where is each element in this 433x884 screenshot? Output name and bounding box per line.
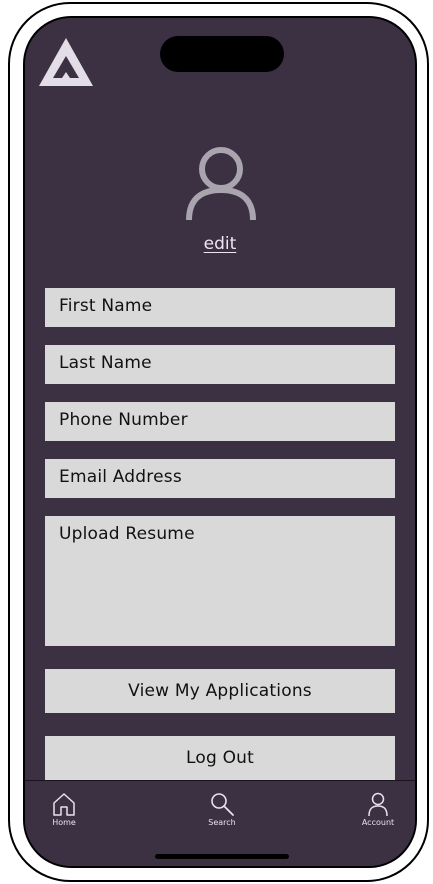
app-logo [39, 38, 93, 86]
home-indicator[interactable] [155, 854, 289, 859]
phone-number-field[interactable]: Phone Number [45, 402, 395, 441]
app-screen: edit First Name Last Name Phone Number E… [23, 16, 417, 868]
search-icon [211, 793, 234, 816]
last-name-field[interactable]: Last Name [45, 345, 395, 384]
camera-notch [160, 36, 284, 72]
email-address-field[interactable]: Email Address [45, 459, 395, 498]
view-applications-button[interactable]: View My Applications [45, 669, 395, 713]
tab-search-label: Search [208, 818, 236, 827]
log-out-button[interactable]: Log Out [45, 736, 395, 780]
account-icon [368, 792, 388, 817]
tab-home-label: Home [52, 818, 76, 827]
tab-search[interactable]: Search [187, 791, 257, 827]
tab-home[interactable]: Home [29, 791, 99, 827]
tab-account[interactable]: Account [343, 791, 413, 827]
tab-account-label: Account [361, 818, 395, 827]
home-icon [53, 793, 75, 816]
profile-avatar-icon [186, 147, 256, 221]
upload-resume-field[interactable]: Upload Resume [45, 516, 395, 646]
edit-profile-link[interactable]: edit [25, 234, 415, 254]
first-name-field[interactable]: First Name [45, 288, 395, 327]
